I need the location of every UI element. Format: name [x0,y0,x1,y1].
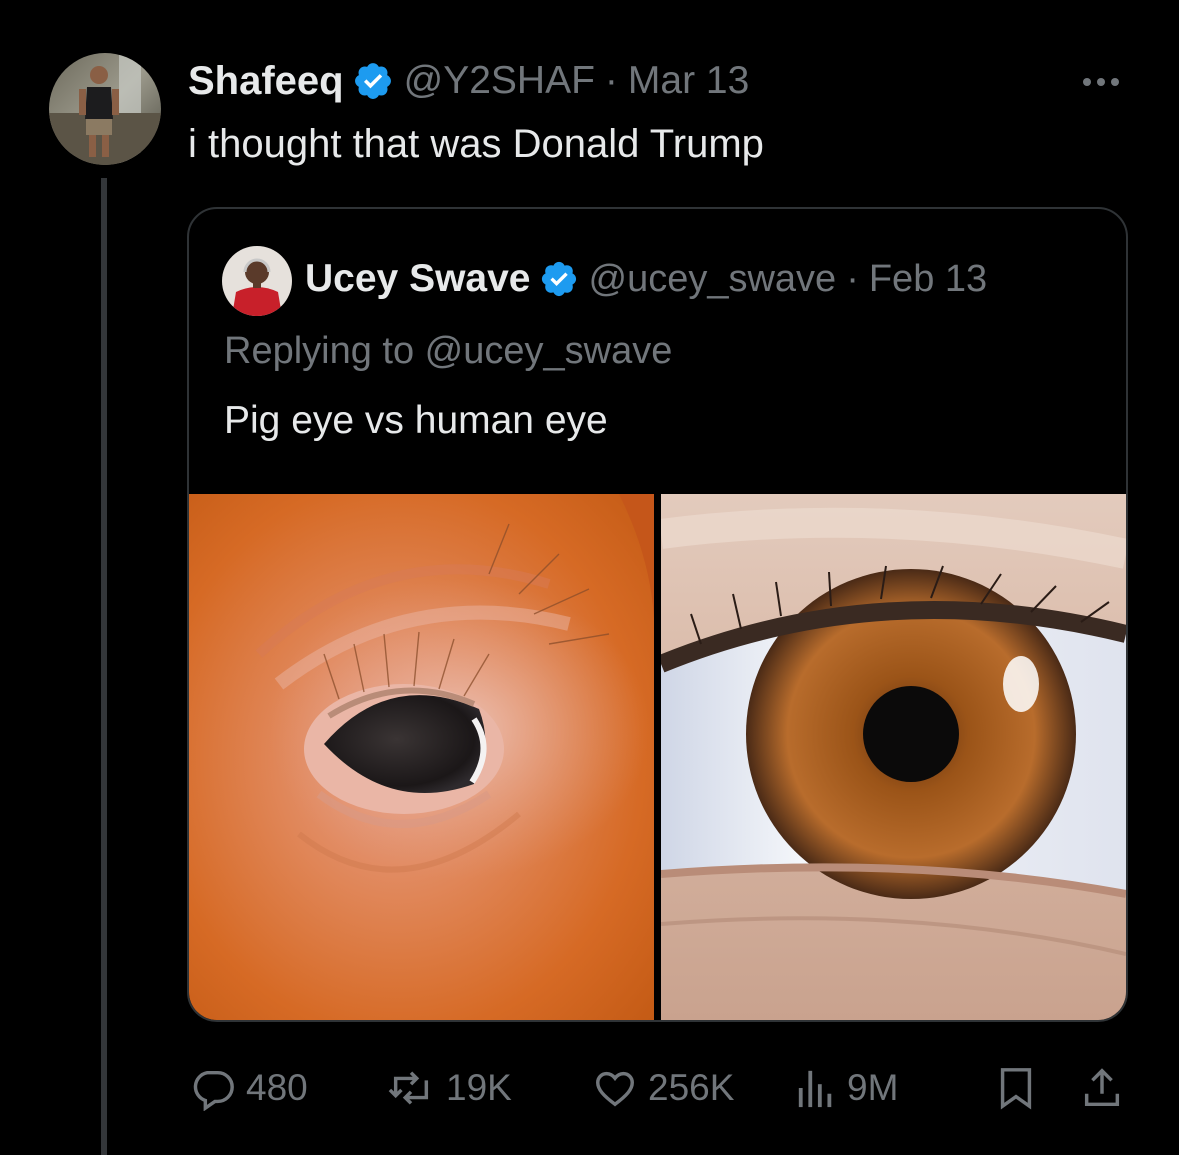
verified-badge-icon [539,259,579,299]
repost-icon [386,1065,436,1111]
reply-count: 480 [246,1067,308,1108]
repost-button[interactable]: 19K [386,1065,512,1111]
replying-to[interactable]: Replying to @ucey_swave [224,327,672,375]
quoted-author-handle[interactable]: @ucey_swave [589,258,837,301]
human-eye-image[interactable] [661,494,1126,1020]
reply-icon [190,1065,236,1111]
tweet-header: Shafeeq @Y2SHAF · Mar 13 [188,56,749,106]
like-count: 256K [648,1067,735,1108]
like-icon [592,1065,638,1111]
verified-badge-icon [352,60,394,102]
more-icon[interactable] [1083,62,1119,102]
tweet-text: i thought that was Donald Trump [188,122,764,166]
thread-line [101,178,107,1155]
quoted-tweet-card[interactable]: Ucey Swave @ucey_swave · Feb 13 Replying… [187,207,1128,1022]
quoted-tweet-header: Ucey Swave @ucey_swave · Feb 13 [305,255,987,303]
author-avatar[interactable] [49,53,161,165]
quoted-author-name[interactable]: Ucey Swave [305,257,531,301]
author-handle[interactable]: @Y2SHAF [404,59,595,103]
action-bar: 480 19K 256K 9M [0,1058,1179,1118]
like-button[interactable]: 256K [592,1065,734,1111]
reply-button[interactable]: 480 [190,1065,308,1111]
share-icon [1080,1065,1124,1111]
quoted-author-avatar[interactable] [222,246,292,316]
share-button[interactable] [1080,1065,1124,1111]
tweet-date[interactable]: Mar 13 [628,59,749,103]
pig-eye-image[interactable] [189,494,654,1020]
bookmark-icon [996,1065,1036,1111]
views-count: 9M [847,1067,899,1108]
separator: · [846,257,859,300]
separator: · [604,59,618,102]
views-icon [795,1065,837,1111]
quoted-tweet-date[interactable]: Feb 13 [869,258,987,301]
repost-count: 19K [446,1067,512,1108]
author-name[interactable]: Shafeeq [188,59,344,104]
views-button[interactable]: 9M [795,1065,898,1111]
quoted-tweet-text: Pig eye vs human eye [224,399,608,442]
bookmark-button[interactable] [996,1065,1036,1111]
media-grid [189,494,1126,1020]
